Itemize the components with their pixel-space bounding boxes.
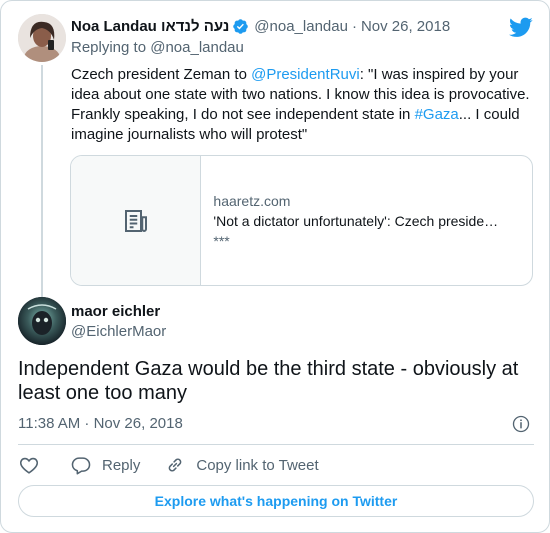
link-icon <box>169 458 182 472</box>
replying-to-handle[interactable]: @noa_landau <box>150 39 244 56</box>
separator-dot: · <box>351 17 357 35</box>
author-handle[interactable]: @EichlerMaor <box>71 323 166 340</box>
copy-link-label: Copy link to Tweet <box>196 456 319 474</box>
author-handle[interactable]: @noa_landau <box>254 18 348 35</box>
replying-to-label: Replying to <box>71 39 147 56</box>
divider <box>18 444 534 445</box>
reply-icon <box>71 457 91 475</box>
hashtag-link[interactable]: #Gaza <box>415 106 459 123</box>
link-description: *** <box>213 232 230 249</box>
embedded-tweet-card: Noa Landau נעה לנדאו @noa_landau · Nov 2… <box>0 0 550 533</box>
explore-button[interactable]: Explore what's happening on Twitter <box>18 485 534 517</box>
link-title: 'Not a dictator unfortunately': Czech pr… <box>213 212 499 229</box>
tweet-text-part: Czech president Zeman to <box>71 66 252 83</box>
author-name[interactable]: Noa Landau נעה לנדאו <box>71 18 229 35</box>
thread-line <box>41 65 43 297</box>
author-avatar[interactable] <box>18 297 66 345</box>
tweet-timestamp[interactable]: 11:38 AM · Nov 26, 2018 <box>18 415 183 432</box>
heart-icon <box>19 457 39 474</box>
link-thumbnail <box>71 156 202 285</box>
verified-badge-icon <box>233 18 249 34</box>
parent-tweet-text: Czech president Zeman to @PresidentRuvi:… <box>71 65 533 145</box>
link-domain: haaretz.com <box>213 192 291 209</box>
link-preview-text: haaretz.com 'Not a dictator unfortunatel… <box>201 156 532 285</box>
author-name[interactable]: maor eichler <box>71 303 160 320</box>
link-preview-card[interactable]: haaretz.com 'Not a dictator unfortunatel… <box>70 155 533 286</box>
like-button[interactable] <box>18 454 40 476</box>
tweet-date[interactable]: Nov 26, 2018 <box>361 18 450 35</box>
main-tweet-text: Independent Gaza would be the third stat… <box>18 358 519 404</box>
mention-link[interactable]: @PresidentRuvi <box>251 66 360 83</box>
author-avatar[interactable] <box>18 14 66 62</box>
reply-button[interactable]: Reply <box>70 454 140 476</box>
copy-link-button[interactable]: Copy link to Tweet <box>164 454 319 476</box>
replying-to: Replying to @noa_landau <box>71 39 244 56</box>
tweet-actions: Reply Copy link to Tweet <box>18 453 319 477</box>
document-icon <box>124 209 147 232</box>
parent-tweet-header: Noa Landau נעה לנדאו @noa_landau · Nov 2… <box>71 16 450 36</box>
info-icon[interactable] <box>511 414 531 434</box>
reply-label: Reply <box>102 456 141 474</box>
twitter-bird-icon[interactable] <box>509 15 533 39</box>
